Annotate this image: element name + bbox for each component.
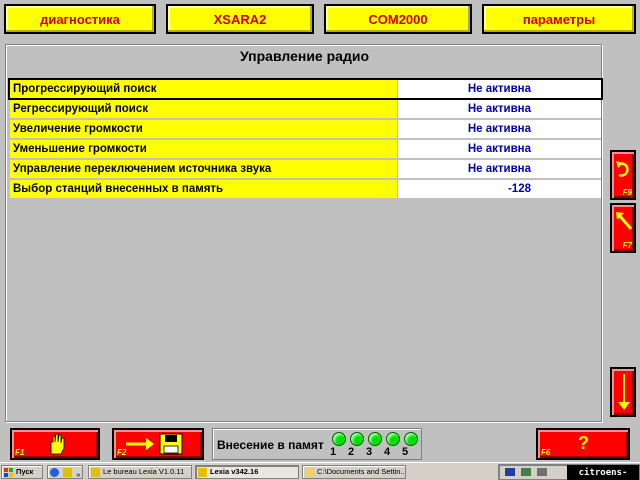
page-title: Управление радио [239, 48, 369, 64]
taskbar: Пуск » Le bureau Lexia V1.0.11 Lexia v34… [0, 462, 640, 480]
save-button[interactable]: F2 [112, 428, 204, 460]
start-label: Пуск [16, 467, 34, 476]
tab-parameters[interactable]: параметры [482, 4, 636, 34]
param-row-progressive-search[interactable]: Прогрессирующий поиск Не активна [8, 78, 603, 100]
keyboard-icon[interactable] [505, 468, 515, 476]
system-tray: citroens-club.ru [498, 464, 640, 480]
lexia-app-icon [198, 468, 207, 477]
watermark: citroens-club.ru [567, 465, 639, 480]
lexia-icon[interactable] [63, 468, 73, 477]
param-value: Не активна [397, 120, 601, 138]
param-label: Управление переключением источника звука [10, 160, 397, 178]
network-icon[interactable] [521, 468, 531, 476]
memory-led-5[interactable] [404, 432, 418, 446]
param-value: Не активна [397, 160, 601, 178]
param-row-preset-station[interactable]: Выбор станций внесенных в память -128 [10, 180, 601, 198]
help-icon: ? [578, 433, 589, 453]
fkey-label: F9 [622, 188, 632, 197]
memory-slot-number: 2 [347, 446, 355, 458]
start-button[interactable]: Пуск [1, 465, 43, 479]
param-row-source-switch[interactable]: Управление переключением источника звука… [10, 160, 601, 178]
ie-icon[interactable] [50, 468, 59, 477]
fkey-label: F2 [117, 448, 127, 457]
memory-slot-number: 5 [401, 446, 409, 458]
taskbar-item-label: Lexia v342.16 [210, 467, 259, 476]
scroll-down-button[interactable] [610, 367, 636, 417]
tab-ecu[interactable]: COM2000 [324, 4, 472, 34]
volume-icon[interactable] [537, 468, 547, 476]
fkey-label: F1 [15, 448, 25, 457]
quick-launch: » [47, 465, 83, 479]
lexia-app-icon [91, 468, 100, 477]
memory-led-4[interactable] [386, 432, 400, 446]
tab-diagnostics[interactable]: диагностика [4, 4, 156, 34]
memory-led-3[interactable] [368, 432, 382, 446]
param-value: Не активна [397, 80, 601, 98]
arrow-down-icon [618, 374, 630, 410]
chevron-right-icon[interactable]: » [76, 469, 80, 478]
taskbar-item-explorer[interactable]: C:\Documents and Settin... [302, 465, 406, 479]
hand-icon [50, 433, 65, 455]
param-label: Прогрессирующий поиск [10, 80, 397, 98]
refresh-icon [616, 161, 629, 177]
help-button[interactable]: ? F6 [536, 428, 630, 460]
param-label: Увеличение громкости [10, 120, 397, 138]
refresh-button[interactable]: F9 [610, 150, 636, 200]
fkey-label: F7 [622, 241, 632, 250]
memory-slot-number: 1 [329, 446, 337, 458]
save-to-disk-icon [126, 433, 183, 455]
folder-icon [305, 468, 314, 477]
windows-logo-icon [4, 468, 13, 477]
lexia-window: диагностика XSARA2 COM2000 параметры Упр… [0, 0, 640, 480]
taskbar-item-lexia-bureau[interactable]: Le bureau Lexia V1.0.11 [88, 465, 192, 479]
tab-vehicle[interactable]: XSARA2 [166, 4, 314, 34]
taskbar-item-lexia-app[interactable]: Lexia v342.16 [195, 465, 299, 479]
param-label: Выбор станций внесенных в память [10, 180, 397, 198]
param-value: Не активна [397, 140, 601, 158]
memory-slot-number: 4 [383, 446, 391, 458]
param-row-regressive-search[interactable]: Регрессирующий поиск Не активна [10, 100, 601, 118]
param-row-volume-up[interactable]: Увеличение громкости Не активна [10, 120, 601, 138]
memory-slot-number: 3 [365, 446, 373, 458]
param-label: Уменьшение громкости [10, 140, 397, 158]
param-label: Регрессирующий поиск [10, 100, 397, 118]
param-value: -128 [397, 180, 601, 198]
stop-button[interactable]: F1 [10, 428, 100, 460]
memory-label: Внесение в памят [217, 438, 324, 452]
param-value: Не активна [397, 100, 601, 118]
param-row-volume-down[interactable]: Уменьшение громкости Не активна [10, 140, 601, 158]
memory-led-1[interactable] [332, 432, 346, 446]
taskbar-item-label: Le bureau Lexia V1.0.11 [103, 467, 185, 476]
memory-panel: Внесение в памят 1 2 3 4 5 [212, 428, 422, 460]
fkey-label: F6 [541, 448, 551, 457]
taskbar-item-label: C:\Documents and Settin... [317, 467, 406, 476]
arrow-up-left-icon [616, 212, 633, 230]
back-arrow-button[interactable]: F7 [610, 203, 636, 253]
main-panel: Управление радио Прогрессирующий поиск Н… [5, 44, 603, 422]
memory-led-2[interactable] [350, 432, 364, 446]
